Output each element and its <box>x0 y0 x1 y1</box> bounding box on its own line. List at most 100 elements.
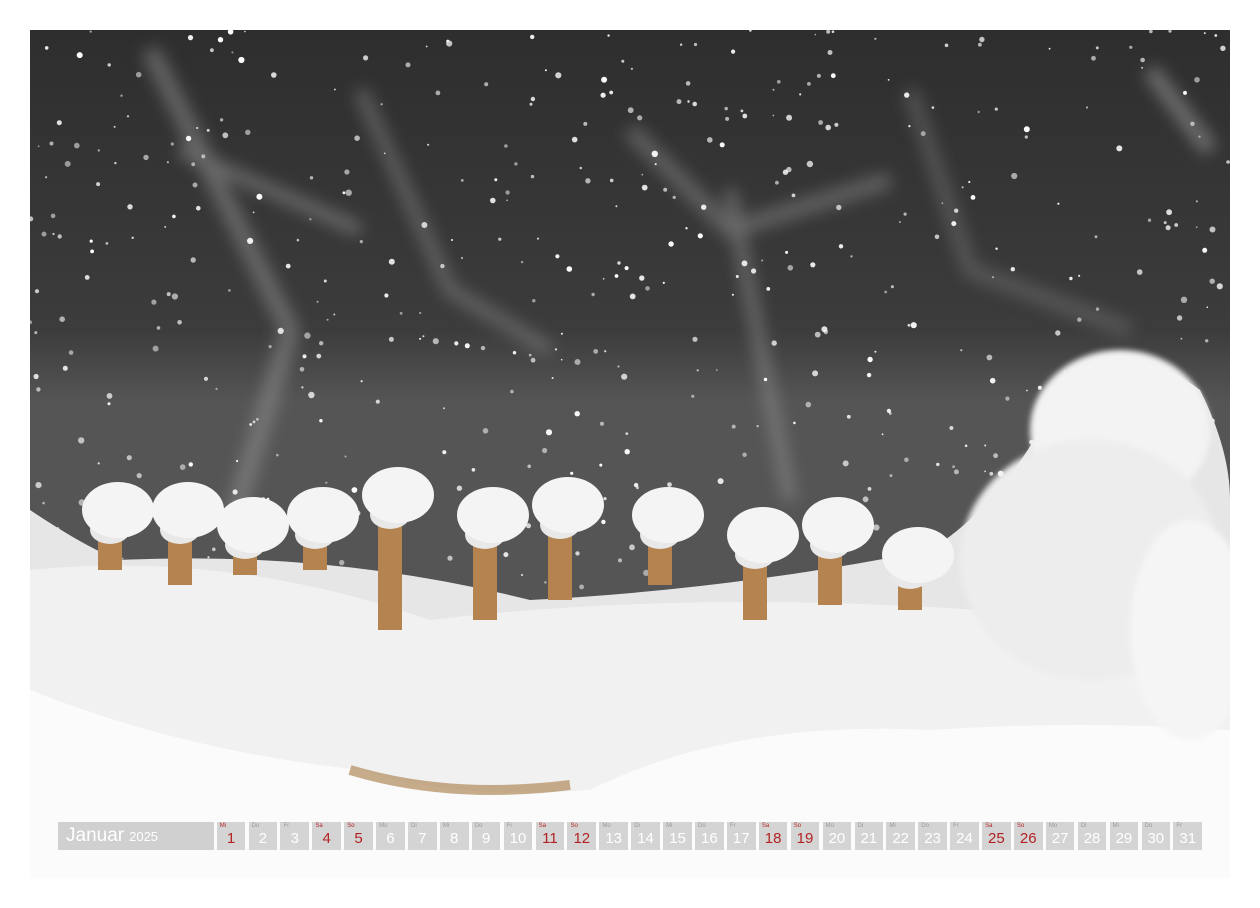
snowflake <box>1163 221 1167 225</box>
snowflake <box>326 318 329 321</box>
snowflake <box>793 421 796 425</box>
snowflake <box>89 239 93 243</box>
snowflake <box>228 289 231 292</box>
snowflake <box>380 103 383 106</box>
snowflake <box>1214 34 1218 37</box>
day-number: 10 <box>509 830 527 847</box>
snowflake <box>256 417 259 421</box>
snowflake <box>951 221 957 227</box>
snowflake <box>827 50 833 55</box>
day-number: 6 <box>386 830 395 847</box>
snowflake <box>37 145 40 148</box>
day-number: 24 <box>956 830 973 847</box>
calendar-strip: Januar 2025 Mi 1 Do 2 Fr 3 Sa 4 So 5 Mo 6 Di 7 Mi 8 Do 9 F… <box>58 822 1202 850</box>
snowflake <box>1206 306 1209 309</box>
weekday-label: So <box>793 823 802 829</box>
day-number: 3 <box>290 830 299 847</box>
snowflake <box>772 114 775 117</box>
snowflake <box>1165 225 1171 231</box>
snowflake <box>56 120 62 126</box>
snowflake <box>156 326 161 330</box>
day-cell: Fr 31 <box>1173 822 1202 850</box>
snowflake <box>308 391 315 399</box>
snowflake <box>143 154 149 161</box>
snowflake <box>970 195 976 200</box>
snowflake <box>520 260 524 264</box>
snowflake <box>471 468 476 472</box>
snowflake <box>84 275 90 280</box>
day-number: 11 <box>542 830 558 847</box>
day-cell: Fr 3 <box>280 822 310 850</box>
snowflake <box>964 444 968 448</box>
snowflake <box>560 358 563 361</box>
snowflake <box>247 237 254 244</box>
snowflake <box>599 463 603 467</box>
snowflake <box>90 249 94 254</box>
snowflake <box>231 51 234 54</box>
snowflake <box>440 263 445 269</box>
snowflake <box>506 199 508 202</box>
snowflake <box>668 241 674 247</box>
snowflake <box>979 36 985 43</box>
snowflake <box>1180 296 1188 303</box>
snowflake <box>530 174 535 179</box>
snowflake <box>696 369 699 372</box>
snowflake <box>1180 337 1183 340</box>
snowflake <box>425 45 428 48</box>
snowflake <box>405 62 411 68</box>
snowflake <box>206 128 210 132</box>
snowflake <box>42 501 45 505</box>
snowflake <box>276 453 279 457</box>
snowflake <box>34 331 38 335</box>
snowflake <box>244 30 246 33</box>
snowflake <box>432 338 439 345</box>
snowflake <box>135 71 142 78</box>
snowflake <box>187 35 194 41</box>
snowflake <box>107 402 111 406</box>
day-number: 17 <box>732 830 750 847</box>
snowflake <box>126 115 130 118</box>
snowflake <box>419 337 422 340</box>
snowflake <box>529 102 533 106</box>
snowflake <box>685 227 688 230</box>
weekday-label: Do <box>1144 823 1153 829</box>
snowflake <box>551 377 554 379</box>
day-cells: Mi 1 Do 2 Fr 3 Sa 4 So 5 Mo 6 Di 7 Mi 8 Do 9 Fr 10 Sa 11 So 12 M… <box>216 822 1202 850</box>
weekday-label: Mi <box>442 823 450 829</box>
snowflake <box>1166 209 1172 216</box>
snowflake <box>249 423 253 426</box>
snowflake <box>685 81 691 86</box>
day-cell: Mi 8 <box>439 822 469 850</box>
day-cell: Sa 4 <box>312 822 341 850</box>
snowflake <box>285 263 291 269</box>
snowflake <box>427 143 430 146</box>
snowflake <box>256 193 263 200</box>
snowflake <box>172 214 176 219</box>
day-cell: Sa 11 <box>535 822 565 850</box>
snowflake <box>52 232 55 236</box>
snowflake <box>271 72 277 78</box>
snowflake <box>192 182 198 188</box>
snowflake <box>836 204 842 211</box>
day-cell: Di 7 <box>408 822 437 850</box>
snowflake <box>1136 269 1143 275</box>
snowflake <box>351 487 358 493</box>
snowflake <box>236 459 239 463</box>
snowflake <box>191 162 196 167</box>
snowflake <box>131 236 134 239</box>
snowflake <box>603 497 607 501</box>
snowflake <box>989 471 994 476</box>
snowflake <box>604 350 607 353</box>
snowflake <box>771 340 777 346</box>
day-number: 30 <box>1147 830 1165 847</box>
snowflake <box>986 354 993 361</box>
snowflake <box>74 142 80 149</box>
snowflake <box>1140 57 1145 63</box>
weekday-label: Sa <box>315 823 323 829</box>
day-cell: Mi 22 <box>886 822 915 850</box>
snowflake <box>422 335 425 338</box>
snowflake <box>498 237 502 241</box>
day-number: 21 <box>860 830 878 847</box>
snowflake <box>570 471 574 475</box>
snowflake <box>904 92 910 98</box>
